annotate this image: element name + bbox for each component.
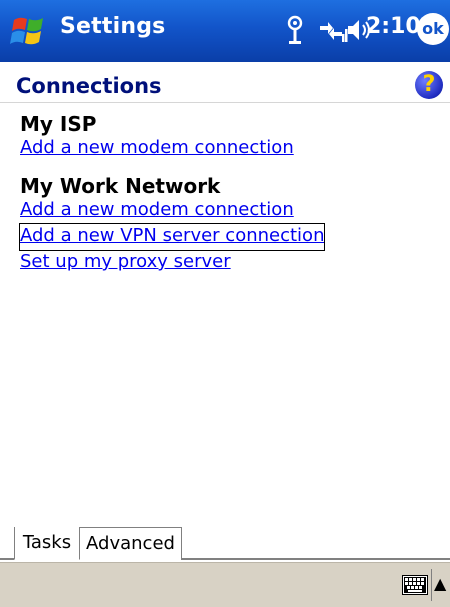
page-title: Connections <box>16 74 162 98</box>
help-icon[interactable]: ? <box>415 71 443 99</box>
isp-add-modem-link[interactable]: Add a new modem connection <box>20 136 294 162</box>
tab-advanced[interactable]: Advanced <box>80 527 182 560</box>
work-add-vpn-link[interactable]: Add a new VPN server connection <box>18 223 326 251</box>
section-heading-my-isp: My ISP <box>20 112 97 136</box>
ok-button[interactable]: ok <box>417 13 449 45</box>
tab-tasks[interactable]: Tasks <box>14 527 80 560</box>
connections-content: My ISP Add a new modem connection My Wor… <box>18 112 440 276</box>
connectivity-icon[interactable] <box>318 14 348 46</box>
section-heading-my-work-network: My Work Network <box>20 174 221 198</box>
screen: Settings 2:10 ok Connections ? My ISP Ad… <box>0 0 450 607</box>
keyboard-icon[interactable] <box>402 575 428 595</box>
windows-start-icon[interactable] <box>8 12 50 50</box>
work-proxy-server-link[interactable]: Set up my proxy server <box>20 250 231 276</box>
antenna-icon[interactable] <box>284 14 306 46</box>
menu-bar: ▲ <box>0 562 450 607</box>
tab-bar: Tasks Advanced <box>0 527 450 560</box>
clock[interactable]: 2:10 <box>366 14 421 39</box>
app-title: Settings <box>60 14 166 39</box>
menu-separator <box>431 569 432 601</box>
page-header: Connections ? <box>0 62 450 103</box>
up-arrow-icon[interactable]: ▲ <box>434 571 446 597</box>
title-bar: Settings 2:10 ok <box>0 0 450 62</box>
work-add-modem-link[interactable]: Add a new modem connection <box>20 198 294 224</box>
